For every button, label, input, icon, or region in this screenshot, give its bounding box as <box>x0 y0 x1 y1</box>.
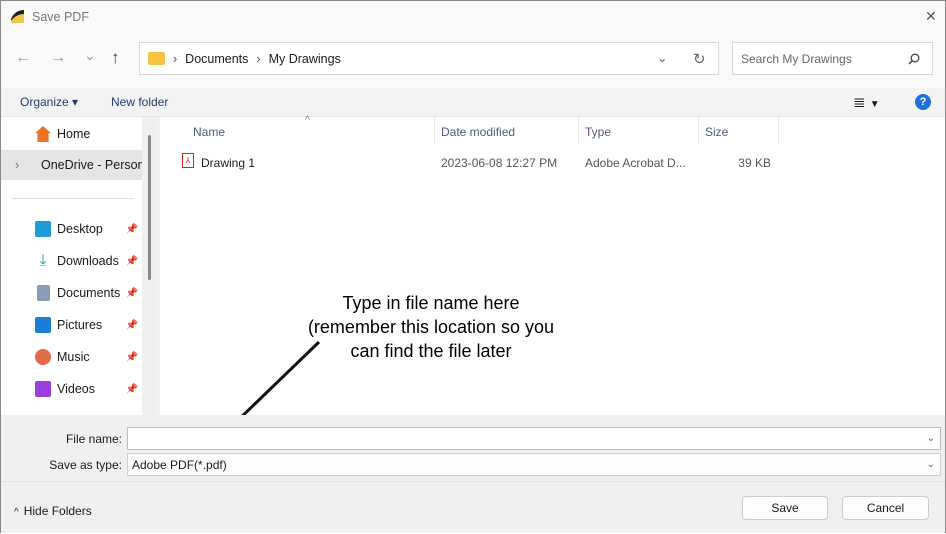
save-button[interactable]: Save <box>742 496 828 520</box>
table-row[interactable]: ⅄ Drawing 1 2023-06-08 12:27 PM Adobe Ac… <box>160 149 780 173</box>
sidebar-item-label: Downloads <box>57 254 119 268</box>
new-folder-button[interactable]: New folder <box>111 95 168 109</box>
sidebar-item-desktop[interactable]: Desktop 📌 <box>1 214 142 244</box>
sidebar-item-documents[interactable]: Documents 📌 <box>1 278 142 308</box>
sidebar-item-label: OneDrive - Personal <box>41 158 142 172</box>
organize-button[interactable]: Organize ▾ <box>20 95 78 109</box>
sidebar-scrollbar[interactable] <box>142 117 158 415</box>
desktop-icon <box>35 221 51 237</box>
column-header-name[interactable]: Name <box>193 125 225 139</box>
sidebar-item-label: Videos <box>57 382 95 396</box>
window-title: Save PDF <box>32 10 89 24</box>
save-dialog: Save PDF ✕ ← → ⌄ ↑ › Documents › My Draw… <box>0 0 946 533</box>
sidebar-item-onedrive[interactable]: › OneDrive - Personal <box>1 150 142 180</box>
sort-ascending-icon: ^ <box>305 115 310 126</box>
search-icon[interactable] <box>908 53 920 65</box>
recent-locations-icon[interactable]: ⌄ <box>84 47 96 64</box>
hide-folders-button[interactable]: ^ Hide Folders <box>14 504 92 518</box>
forward-arrow-icon[interactable]: → <box>50 49 66 67</box>
column-header-type[interactable]: Type <box>585 125 611 139</box>
navigation-pane: Home › OneDrive - Personal Desktop 📌 ⤓ Down… <box>1 117 158 415</box>
divider <box>12 198 134 199</box>
documents-icon <box>37 285 50 301</box>
sidebar-item-label: Pictures <box>57 318 103 332</box>
breadcrumb-documents[interactable]: Documents <box>185 52 248 66</box>
column-separator[interactable] <box>578 117 579 143</box>
save-as-type-select[interactable]: Adobe PDF(*.pdf) ⌄ <box>127 453 941 476</box>
breadcrumb-separator: › <box>173 51 178 66</box>
annotation-text: Type in file name here (remember this lo… <box>307 293 555 361</box>
pin-icon: 📌 <box>125 383 138 395</box>
sidebar-item-pictures[interactable]: Pictures 📌 <box>1 310 142 340</box>
pictures-icon <box>35 317 51 333</box>
column-separator[interactable] <box>778 117 779 143</box>
pin-icon: 📌 <box>125 223 138 235</box>
save-as-type-label: Save as type: <box>49 458 122 472</box>
toolbar: Organize ▾ New folder ≣ ▼ ? <box>1 88 945 117</box>
breadcrumb-separator: › <box>256 51 261 66</box>
scrollbar-thumb[interactable] <box>148 135 151 280</box>
sidebar-item-label: Home <box>57 127 91 141</box>
pdf-file-icon: ⅄ <box>182 153 194 168</box>
file-size: 39 KB <box>738 156 771 170</box>
chevron-down-icon[interactable]: ⌄ <box>927 433 935 444</box>
pin-icon: 📌 <box>125 351 138 363</box>
download-icon: ⤓ <box>39 252 47 269</box>
sidebar-item-label: Documents <box>57 286 121 300</box>
breadcrumb-my-drawings[interactable]: My Drawings <box>269 52 341 66</box>
column-header-size[interactable]: Size <box>705 125 728 139</box>
title-bar: Save PDF ✕ <box>1 1 945 33</box>
help-icon[interactable]: ? <box>915 94 931 110</box>
file-name-input[interactable]: ⌄ <box>127 427 941 450</box>
sidebar-item-downloads[interactable]: ⤓ Downloads 📌 <box>1 246 142 276</box>
expand-chevron-icon[interactable]: › <box>15 158 19 172</box>
column-header-date[interactable]: Date modified <box>441 125 515 139</box>
folder-icon <box>148 52 165 65</box>
search-box[interactable]: Search My Drawings <box>732 42 933 75</box>
save-as-type-value: Adobe PDF(*.pdf) <box>132 457 227 472</box>
up-arrow-icon[interactable]: ↑ <box>111 48 120 68</box>
pin-icon: 📌 <box>125 287 138 299</box>
column-separator[interactable] <box>698 117 699 143</box>
address-bar[interactable]: › Documents › My Drawings ⌄ ↻ <box>139 42 719 75</box>
organize-label: Organize <box>20 95 69 109</box>
refresh-icon[interactable]: ↻ <box>693 50 706 68</box>
file-type: Adobe Acrobat D... <box>585 156 686 170</box>
pin-icon: 📌 <box>125 255 138 267</box>
search-input[interactable]: Search My Drawings <box>741 52 852 66</box>
app-logo-icon <box>11 10 24 23</box>
file-list: ^ Name Date modified Type Size ⅄ Drawing… <box>159 115 945 415</box>
sidebar-item-label: Music <box>57 350 90 364</box>
file-name-label: File name: <box>65 432 122 446</box>
cancel-button[interactable]: Cancel <box>842 496 929 520</box>
sidebar-item-label: Desktop <box>57 222 103 236</box>
back-arrow-icon[interactable]: ← <box>15 49 31 67</box>
sidebar-item-videos[interactable]: Videos 📌 <box>1 374 142 404</box>
chevron-up-icon: ^ <box>14 507 19 518</box>
pin-icon: 📌 <box>125 319 138 331</box>
view-options-icon[interactable]: ≣ ▼ <box>853 93 880 111</box>
view-icon: ≣ <box>853 94 866 111</box>
sidebar-item-music[interactable]: Music 📌 <box>1 342 142 372</box>
file-name: Drawing 1 <box>201 156 256 170</box>
chevron-down-icon[interactable]: ⌄ <box>927 459 935 470</box>
home-icon <box>35 126 51 142</box>
sidebar-item-home[interactable]: Home <box>1 119 142 149</box>
music-icon <box>35 349 51 365</box>
address-dropdown-icon[interactable]: ⌄ <box>657 50 667 65</box>
hide-folders-label: Hide Folders <box>23 504 92 518</box>
divider <box>1 481 945 482</box>
videos-icon <box>35 381 51 397</box>
close-icon[interactable]: ✕ <box>925 8 937 25</box>
file-date: 2023-06-08 12:27 PM <box>441 156 558 170</box>
column-separator[interactable] <box>434 117 435 143</box>
